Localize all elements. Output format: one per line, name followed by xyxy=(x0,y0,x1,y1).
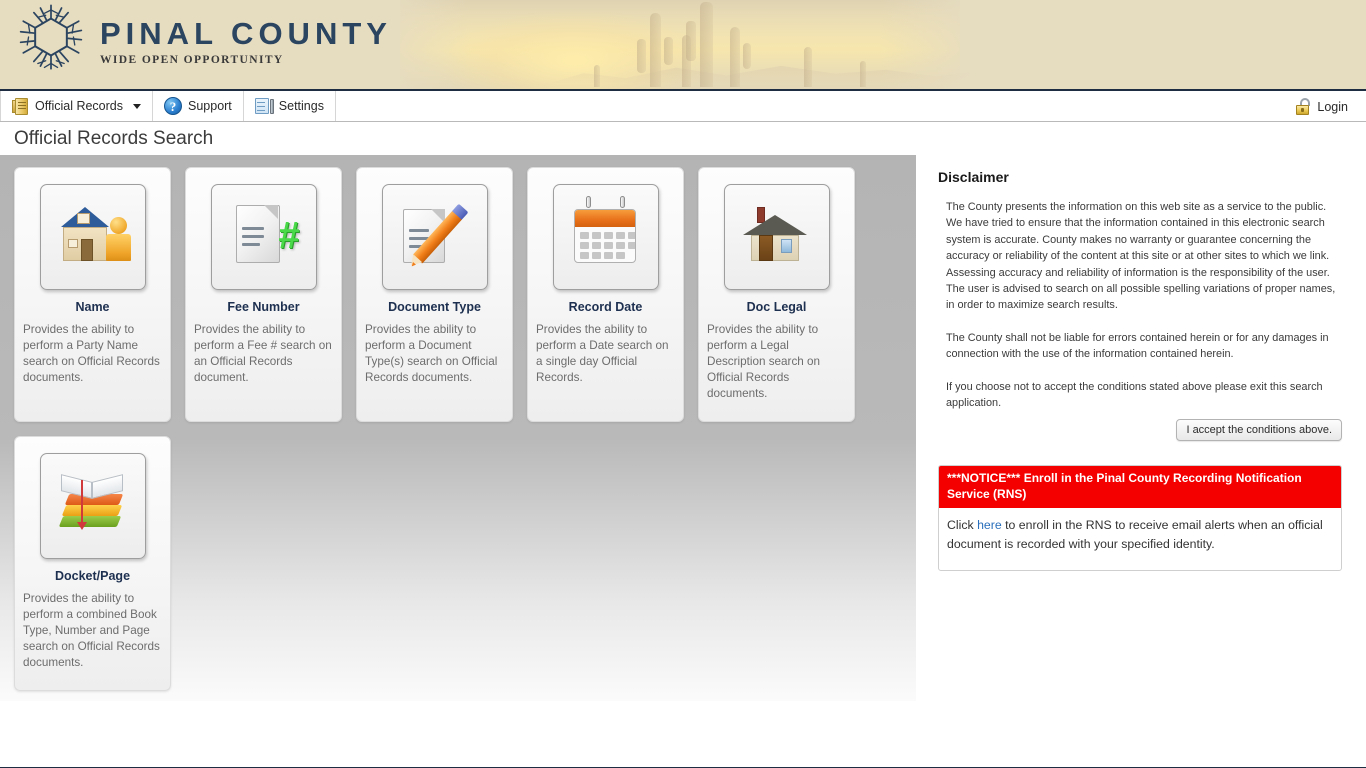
search-card-description: Provides the ability to perform a Fee # … xyxy=(194,323,332,384)
banner-fade-right xyxy=(880,0,980,89)
login-label: Login xyxy=(1317,99,1348,114)
search-card-title: Name xyxy=(75,300,110,314)
login-button[interactable]: Login xyxy=(1295,91,1348,122)
main-content: Name Provides the ability to perform a P… xyxy=(0,155,1366,767)
search-card-fee-number[interactable]: # Fee Number Provides the ability to per… xyxy=(185,167,342,422)
rns-enroll-link[interactable]: here xyxy=(977,518,1002,532)
chevron-down-icon[interactable] xyxy=(133,103,141,109)
logo-subtitle: WIDE OPEN OPPORTUNITY xyxy=(100,53,284,66)
cactus-right xyxy=(730,27,751,87)
page-title: Official Records Search xyxy=(0,122,1366,155)
search-card-description: Provides the ability to perform a Date s… xyxy=(536,323,669,384)
document-with-hash-icon: # xyxy=(226,201,302,273)
accept-conditions-button[interactable]: I accept the conditions above. xyxy=(1176,419,1342,442)
nav-label-official-records: Official Records xyxy=(35,99,123,113)
cactus-tall xyxy=(686,2,713,87)
rns-notice-box: ***NOTICE*** Enroll in the Pinal County … xyxy=(938,465,1342,572)
rns-notice-heading: ***NOTICE*** Enroll in the Pinal County … xyxy=(939,466,1341,509)
disclaimer-heading: Disclaimer xyxy=(938,169,1009,185)
search-card-description: Provides the ability to perform a combin… xyxy=(23,592,160,669)
document-with-pencil-icon xyxy=(397,201,473,273)
disclaimer-paragraph-2: The County shall not be liable for error… xyxy=(946,331,1329,361)
settings-icon xyxy=(254,97,274,115)
search-card-description: Provides the ability to perform a Legal … xyxy=(707,323,821,400)
cactus-left xyxy=(637,13,673,87)
accept-button-row: I accept the conditions above. xyxy=(938,419,1342,442)
search-card-doc-legal[interactable]: Doc Legal Provides the ability to perfor… xyxy=(698,167,855,422)
search-card-title: Record Date xyxy=(568,300,643,314)
disclaimer-paragraph-1: The County presents the information on t… xyxy=(946,201,1336,312)
search-cards-row-2: Docket/Page Provides the ability to perf… xyxy=(14,436,916,691)
disclaimer-panel: Disclaimer The County presents the infor… xyxy=(916,155,1366,767)
disclaimer-paragraph-3: If you choose not to accept the conditio… xyxy=(946,380,1323,410)
search-cards-row-1: Name Provides the ability to perform a P… xyxy=(14,167,916,422)
search-card-icon-frame xyxy=(39,453,146,559)
search-card-icon-frame xyxy=(39,184,146,290)
search-card-icon-frame: # xyxy=(210,184,317,290)
site-header-banner: PINAL COUNTY WIDE OPEN OPPORTUNITY xyxy=(0,0,1366,91)
search-card-title: Document Type xyxy=(388,300,481,314)
search-card-icon-frame xyxy=(723,184,830,290)
search-card-description: Provides the ability to perform a Docume… xyxy=(365,323,498,384)
main-navigation-bar: Official Records ? Support Settings Logi… xyxy=(0,91,1366,122)
search-card-icon-frame xyxy=(381,184,488,290)
cactus-far-right xyxy=(804,47,812,87)
rns-notice-text-after: to enroll in the RNS to receive email al… xyxy=(947,518,1323,552)
nav-item-support[interactable]: ? Support xyxy=(153,91,244,121)
search-card-title: Fee Number xyxy=(227,300,300,314)
banner-fade-left xyxy=(380,0,470,89)
cactus-distant xyxy=(860,61,866,87)
padlock-icon xyxy=(1295,98,1311,115)
search-card-document-type[interactable]: Document Type Provides the ability to pe… xyxy=(356,167,513,422)
records-icon xyxy=(12,97,29,116)
stacked-books-icon xyxy=(55,470,131,542)
nav-item-settings[interactable]: Settings xyxy=(244,91,336,121)
nav-item-official-records[interactable]: Official Records xyxy=(0,91,153,121)
desert-sunset-photo xyxy=(400,0,970,89)
search-card-description: Provides the ability to perform a Party … xyxy=(23,323,160,384)
search-card-title: Docket/Page xyxy=(54,569,131,583)
search-card-title: Doc Legal xyxy=(746,300,807,314)
search-card-name[interactable]: Name Provides the ability to perform a P… xyxy=(14,167,171,422)
search-card-icon-frame xyxy=(552,184,659,290)
calendar-icon xyxy=(568,196,644,273)
house-icon xyxy=(739,201,815,273)
site-logo[interactable]: PINAL COUNTY WIDE OPEN OPPORTUNITY xyxy=(18,4,392,78)
support-globe-icon: ? xyxy=(164,97,182,115)
search-cards-panel: Name Provides the ability to perform a P… xyxy=(0,155,916,701)
pinal-county-starburst-icon xyxy=(19,4,83,70)
search-card-record-date[interactable]: Record Date Provides the ability to perf… xyxy=(527,167,684,422)
rns-notice-text-before: Click xyxy=(947,518,978,533)
cactus-small xyxy=(594,65,600,87)
rns-notice-body: Click here to enroll in the RNS to recei… xyxy=(939,508,1341,570)
logo-title: PINAL COUNTY xyxy=(100,16,392,52)
search-card-docket-page[interactable]: Docket/Page Provides the ability to perf… xyxy=(14,436,171,691)
nav-label-support: Support xyxy=(188,99,232,113)
nav-label-settings: Settings xyxy=(278,99,324,113)
house-with-person-icon xyxy=(55,201,131,273)
